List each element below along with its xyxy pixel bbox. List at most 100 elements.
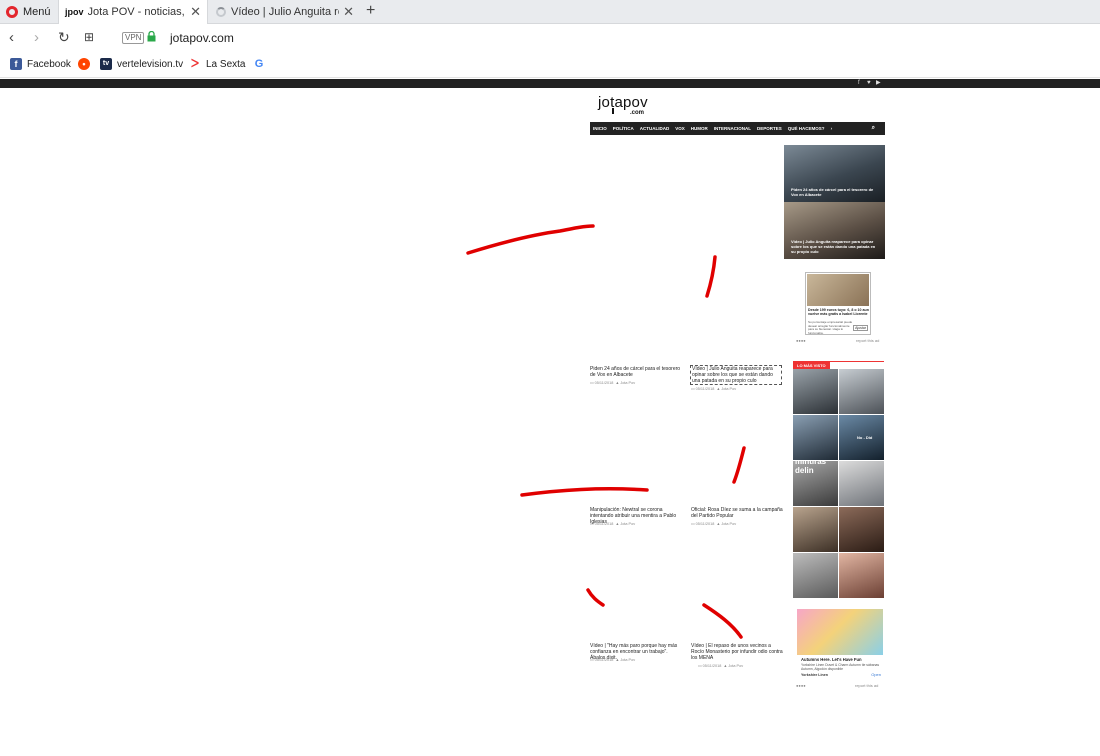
post-title[interactable]: Vídeo | Julio Anguita reaparece para opi… (690, 365, 782, 385)
ad-button[interactable]: Ajustar (853, 325, 868, 331)
red-stroke (466, 224, 595, 255)
red-stroke (702, 603, 743, 639)
nav-item-que-hacemos[interactable]: QUÉ HACEMOS? (788, 126, 825, 131)
post-date: 05/11/2018 (594, 658, 614, 662)
opera-logo-icon (6, 6, 18, 18)
facebook-icon[interactable]: f (858, 79, 860, 88)
address-bar (0, 24, 1100, 52)
nav-item-actualidad[interactable]: ACTUALIDAD (640, 126, 670, 131)
tab-title: Vídeo | Julio Anguita reapa (231, 6, 339, 18)
red-stroke (586, 588, 605, 607)
ad-brand: Yorkshire Linen (801, 673, 828, 677)
most-viewed-thumbnail[interactable] (839, 553, 884, 598)
post-meta: ▭ 05/11/2018 ▲ Jota Pov (590, 522, 636, 526)
most-viewed-thumbnail[interactable] (793, 507, 838, 552)
bookmark-reddit[interactable]: • (78, 58, 95, 70)
youtube-icon[interactable]: ▶ (876, 79, 881, 88)
post-meta: ▭ 05/11/2018 ▲ Jota Pov (691, 522, 737, 526)
nav-item-deportes[interactable]: DEPORTES (757, 126, 782, 131)
twitter-icon[interactable]: ♥ (867, 79, 871, 88)
most-viewed-thumbnail[interactable] (839, 461, 884, 506)
speed-dial-icon[interactable]: ⊞ (84, 30, 94, 44)
nav-item-inicio[interactable]: INICIO (593, 126, 607, 131)
ad-text: Yorkshire Linen Duvet & Charm Autumn tie… (801, 663, 880, 671)
nav-item-internacional[interactable]: INTERNACIONAL (714, 126, 751, 131)
hero-post-title: Piden 24 años de cárcel para el tesorero… (791, 187, 874, 197)
ad-open-button[interactable]: Open (871, 672, 881, 677)
close-tab-icon[interactable]: ✕ (343, 4, 354, 20)
search-icon[interactable]: ⌕ (872, 125, 875, 132)
nav-item-vox[interactable]: VOX (675, 126, 685, 131)
post-meta: ▭ 05/11/2018 ▲ Jota Pov (698, 664, 744, 668)
post-title[interactable]: Oficial: Rosa Díez se suma a la campaña … (691, 507, 783, 519)
post-title[interactable]: Vídeo | El repaso de unos vecinos a Rocí… (691, 643, 783, 661)
lock-icon (147, 31, 156, 42)
site-top-strip (0, 79, 1100, 88)
bookmark-google[interactable]: G (253, 58, 270, 70)
chevron-right-icon[interactable]: › (831, 126, 833, 131)
close-tab-icon[interactable]: ✕ (190, 4, 201, 20)
lasexta-icon: ᐳ (190, 58, 200, 70)
post-author[interactable]: Jota Pov (728, 664, 743, 668)
reload-icon[interactable]: ↻ (58, 29, 70, 46)
ad-logo-icon: ●●●● (796, 683, 806, 688)
report-ad-link[interactable]: report this ad (855, 683, 878, 688)
hero-post[interactable]: Piden 24 años de cárcel para el tesorero… (784, 145, 885, 202)
bookmark-lasexta[interactable]: ᐳ La Sexta (189, 58, 246, 70)
browser-menu-button[interactable]: Menú (6, 4, 51, 20)
tab-jota-pov[interactable]: jpov Jota POV - noticias, política ✕ (58, 0, 208, 24)
post-meta: ▭ 05/11/2018 ▲ Jota Pov (691, 387, 737, 391)
ad-image (807, 274, 869, 306)
bookmark-label: vertelevision.tv (117, 58, 184, 70)
ad-title: Autumns Here. Let's Have Fun (801, 657, 862, 662)
tab-video-anguita[interactable]: Vídeo | Julio Anguita reapa ✕ (210, 0, 360, 24)
hero-post[interactable]: Vídeo | Julio Anguita reaparece para opi… (784, 202, 885, 259)
ad-headline: Desde 199 euros tuyo: 6, 8 o 10 aun vuel… (808, 308, 869, 317)
most-viewed-thumbnail[interactable] (793, 553, 838, 598)
post-title[interactable]: Piden 24 años de cárcel para el tesorero… (590, 366, 682, 378)
ad-image (797, 609, 883, 655)
post-date: 05/11/2018 (594, 381, 614, 385)
ad-text: Su porcentaje empresarial puede desear a… (808, 320, 853, 335)
post-date: 05/11/2018 (695, 522, 715, 526)
post-date: 05/11/2018 (594, 522, 614, 526)
most-viewed-thumbnail[interactable]: No - Did (839, 415, 884, 460)
most-viewed-thumbnail[interactable] (839, 507, 884, 552)
post-author[interactable]: Jota Pov (620, 658, 635, 662)
most-viewed-thumbnail[interactable] (793, 369, 838, 414)
bookmark-vertelevision[interactable]: tv vertelevision.tv (100, 58, 183, 70)
annotation-strokes (466, 224, 746, 639)
post-date: 05/11/2018 (695, 387, 715, 391)
hero-post-title: Vídeo | Julio Anguita reaparece para opi… (791, 239, 876, 254)
vpn-badge[interactable]: VPN (122, 32, 145, 44)
red-stroke (732, 446, 746, 484)
post-author[interactable]: Jota Pov (620, 522, 635, 526)
thumbnail-overlay: mintiras delin (795, 461, 827, 475)
nav-item-politica[interactable]: POLÍTICA (613, 126, 634, 131)
bookmark-facebook[interactable]: f Facebook (10, 58, 71, 70)
most-viewed-header: LO MÁS VISTO (793, 354, 884, 369)
tv-icon: tv (100, 58, 112, 70)
advertisement[interactable]: Desde 199 euros tuyo: 6, 8 o 10 aun vuel… (805, 272, 871, 335)
report-ad-link[interactable]: report this ad (856, 338, 879, 343)
most-viewed-thumbnail[interactable] (839, 369, 884, 414)
post-meta: ▭ 05/11/2018 ▲ Jota Pov (590, 381, 636, 385)
most-viewed-label: LO MÁS VISTO (793, 362, 830, 369)
most-viewed-thumbnail[interactable]: mintiras delin (793, 461, 838, 506)
new-tab-icon[interactable]: + (366, 2, 375, 20)
site-logo[interactable]: jotapov (598, 94, 648, 111)
forward-icon[interactable]: › (34, 29, 39, 46)
bookmark-label: Facebook (27, 58, 71, 70)
most-viewed-thumbnail[interactable] (793, 415, 838, 460)
url-field[interactable]: jotapov.com (170, 31, 234, 45)
nav-item-humor[interactable]: HUMOR (691, 126, 708, 131)
ad-logo-icon: ●●●● (796, 338, 806, 343)
logo-mark (612, 108, 614, 114)
post-author[interactable]: Jota Pov (620, 381, 635, 385)
post-author[interactable]: Jota Pov (721, 387, 736, 391)
red-stroke (520, 487, 649, 497)
advertisement[interactable]: Autumns Here. Let's Have Fun Yorkshire L… (797, 609, 883, 679)
menu-label: Menú (23, 6, 51, 18)
post-author[interactable]: Jota Pov (721, 522, 736, 526)
back-icon[interactable]: ‹ (9, 29, 14, 46)
